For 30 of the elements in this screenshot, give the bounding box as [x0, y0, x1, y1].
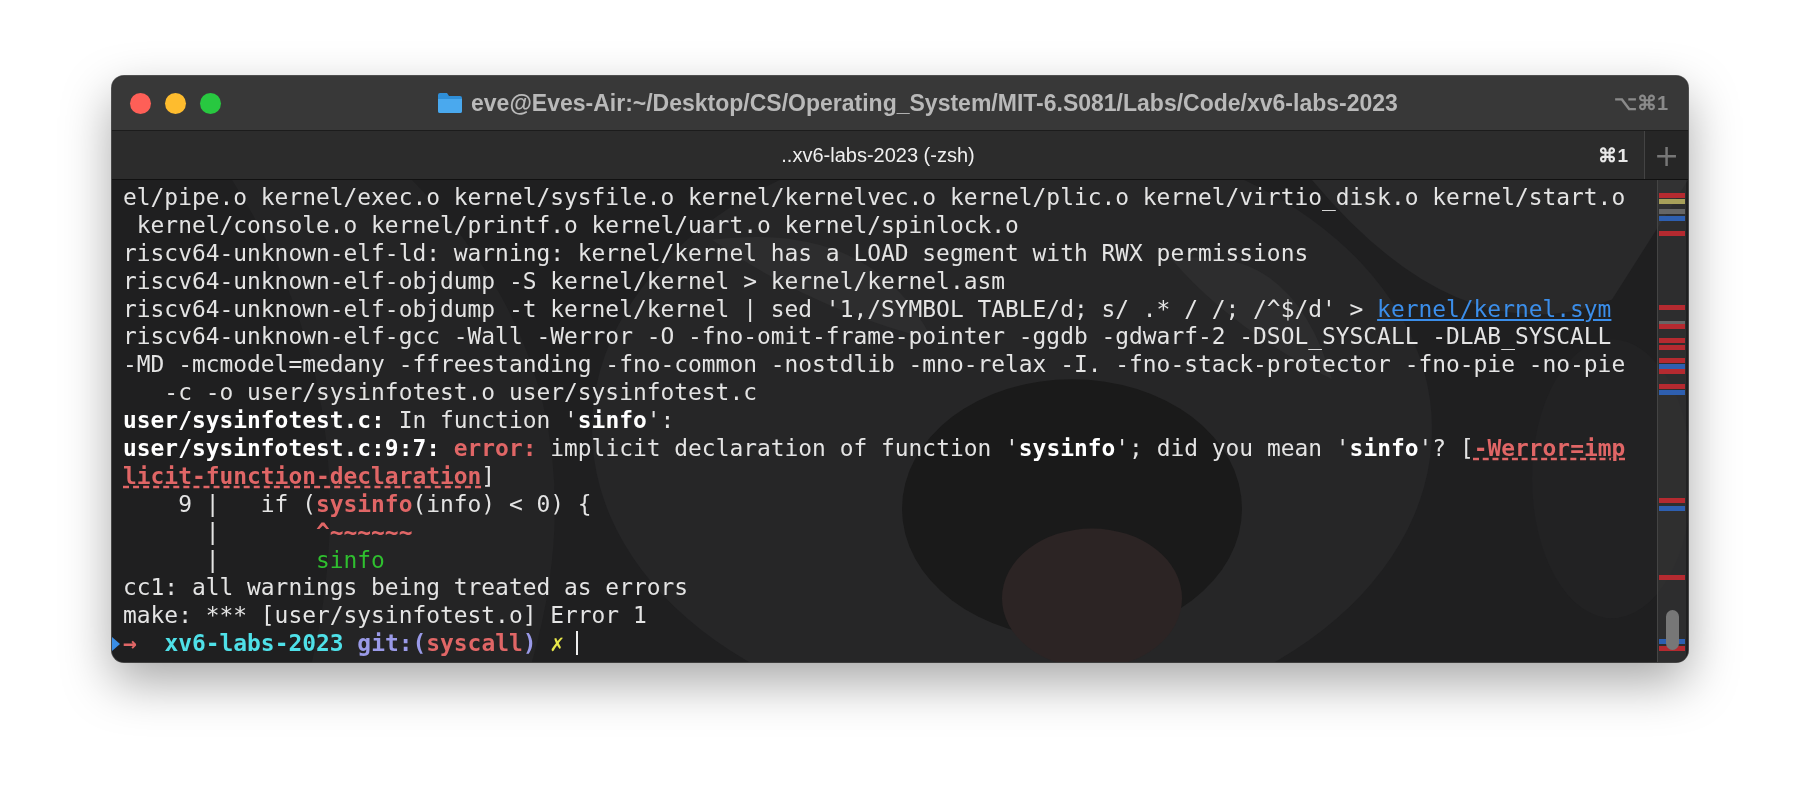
terminal-line: riscv64-unknown-elf-gcc -Wall -Werror -O -fno-omit-frame-pointer -ggdb -gdwarf-2 -DSOL_SYSCALL -DLAB_SYSCALL: [123, 323, 1613, 352]
terminal-line: 9 | if (sysinfo(info) < 0) {: [177, 490, 593, 519]
terminal-line: make: *** [user/sysinfotest.o] Error 1: [123, 602, 648, 631]
folder-icon: [437, 92, 463, 114]
window-shortcut: ⌥⌘1: [1613, 91, 1669, 115]
prompt: → xv6-labs-2023 git:(syscall) ✗: [123, 630, 565, 657]
file-link[interactable]: kernel/kernel.sym: [1377, 295, 1612, 322]
minimize-button[interactable]: [165, 92, 186, 114]
terminal-line: cc1: all warnings being treated as errors: [123, 574, 690, 603]
terminal-line: kernel/console.o kernel/printf.o kernel/uart.o kernel/spinlock.o: [135, 211, 1020, 240]
terminal-line: user/sysinfotest.c: In function 'sinfo':: [123, 407, 676, 435]
tab-shortcut: ⌘1: [1598, 143, 1628, 167]
scroll-bar[interactable]: [1657, 180, 1686, 662]
text-cursor: [576, 631, 579, 656]
terminal-line: user/sysinfotest.c:9:7: error: implicit declaration of function 'sysinfo'; did you mean 'sinfo'? [-Werror=imp: [123, 435, 1627, 463]
scroll-thumb[interactable]: [1666, 610, 1679, 650]
terminal-line: el/pipe.o kernel/exec.o kernel/sysfile.o kernel/kernelvec.o kernel/plic.o kernel/virtio_disk.o kernel/start.o: [123, 184, 1627, 212]
prompt-mark-icon: [112, 637, 120, 652]
close-button[interactable]: [130, 92, 151, 114]
zoom-button[interactable]: [200, 92, 221, 114]
terminal-text: riscv64-unknown-elf-objdump -t kernel/kernel | sed '1,/SYMBOL TABLE/d; s/ .* / /; /^$/d' >: [123, 295, 1365, 322]
terminal-line: | sinfo: [204, 546, 386, 575]
terminal-line: -c -o user/sysinfotest.o user/sysinfotest.c: [163, 379, 758, 408]
terminal-line: riscv64-unknown-elf-ld: warning: kernel/kernel has a LOAD segment with RWX permissions: [123, 239, 1310, 268]
terminal-line: licit-function-declaration]: [123, 462, 497, 491]
terminal-line: riscv64-unknown-elf-objdump -S kernel/kernel > kernel/kernel.asm: [123, 267, 1006, 296]
terminal-line: | ^~~~~~~: [204, 518, 414, 547]
window-title: eve@Eves-Air:~/Desktop/CS/Operating_System/MIT-6.S081/Labs/Code/xv6-labs-2023: [471, 89, 1398, 117]
terminal-line: -MD -mcmodel=medany -ffreestanding -fno-common -nostdlib -mno-relax -I. -fno-stack-protector -fno-pie -no-pie: [123, 351, 1627, 380]
tab[interactable]: ..xv6-labs-2023 (-zsh) ⌘1: [112, 131, 1644, 179]
